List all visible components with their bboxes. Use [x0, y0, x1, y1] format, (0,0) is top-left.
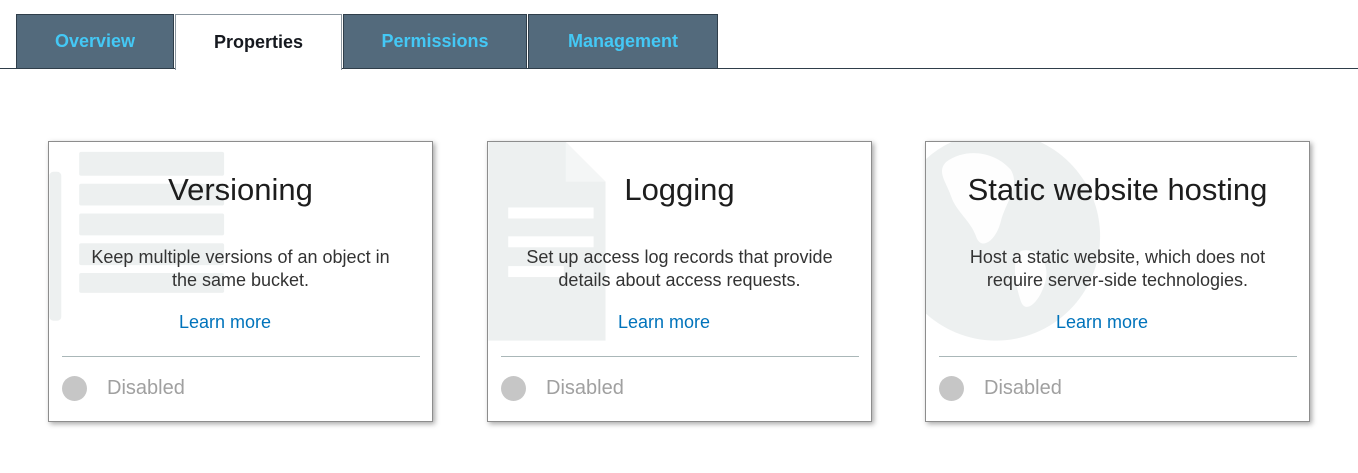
learn-more-link[interactable]: Learn more: [926, 312, 1278, 333]
card-title: Logging: [624, 172, 735, 207]
status-row: Disabled: [62, 375, 185, 401]
card-divider: [62, 356, 420, 357]
status-indicator-icon[interactable]: [501, 375, 526, 401]
tab-management[interactable]: Management: [528, 14, 718, 68]
status-label: Disabled: [984, 376, 1062, 399]
status-label: Disabled: [107, 376, 185, 399]
card-title: Versioning: [168, 172, 313, 207]
card-title: Static website hosting: [967, 172, 1268, 207]
card-description: Host a static website, which does not re…: [969, 247, 1266, 290]
versioning-card[interactable]: Versioning Keep multiple versions of an …: [48, 141, 433, 422]
tab-overview[interactable]: Overview: [16, 14, 174, 68]
tab-permissions[interactable]: Permissions: [343, 14, 527, 68]
learn-more-link[interactable]: Learn more: [49, 312, 401, 333]
static-website-hosting-card[interactable]: Static website hosting Host a static web…: [925, 141, 1310, 422]
status-row: Disabled: [501, 375, 624, 401]
logging-card[interactable]: Logging Set up access log records that p…: [487, 141, 872, 422]
card-divider: [501, 356, 859, 357]
tab-bar: Overview Properties Permissions Manageme…: [0, 0, 1358, 70]
card-description: Keep multiple versions of an object in t…: [91, 247, 390, 290]
status-indicator-icon[interactable]: [939, 375, 964, 401]
status-label: Disabled: [546, 376, 624, 399]
status-row: Disabled: [939, 375, 1062, 401]
properties-page: Overview Properties Permissions Manageme…: [0, 0, 1358, 473]
status-indicator-icon[interactable]: [62, 375, 87, 401]
tab-properties[interactable]: Properties: [175, 14, 342, 70]
learn-more-link[interactable]: Learn more: [488, 312, 840, 333]
card-divider: [939, 356, 1297, 357]
card-description: Set up access log records that provide d…: [526, 247, 833, 290]
